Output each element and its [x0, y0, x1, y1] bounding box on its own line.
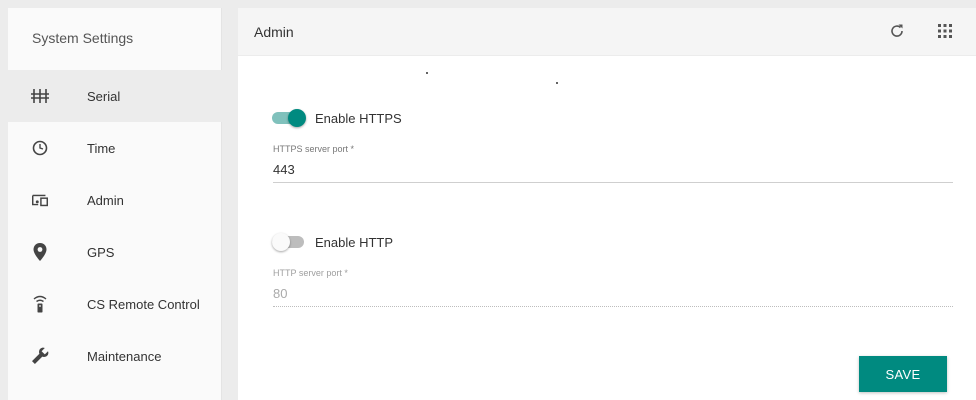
sidebar: System Settings Serial Time Admin GPS CS…	[8, 8, 222, 400]
location-pin-icon	[30, 242, 50, 262]
remote-control-icon	[30, 294, 50, 314]
https-port-input[interactable]: 443	[273, 162, 953, 182]
sidebar-item-label: Serial	[87, 88, 121, 104]
http-port-input: 80	[273, 286, 288, 301]
sidebar-item-label: CS Remote Control	[87, 296, 200, 312]
sidebar-item-time[interactable]: Time	[8, 122, 222, 174]
sidebar-item-gps[interactable]: GPS	[8, 226, 222, 278]
https-port-field[interactable]: HTTPS server port * 443	[273, 144, 953, 183]
clock-icon	[30, 138, 50, 158]
http-toggle-row: Enable HTTP	[272, 232, 393, 252]
apps-grid-button[interactable]	[934, 20, 956, 42]
sidebar-item-serial[interactable]: Serial	[8, 70, 222, 122]
https-toggle-label: Enable HTTPS	[315, 110, 402, 126]
refresh-button[interactable]	[886, 20, 908, 42]
input-underline	[273, 182, 953, 183]
sidebar-item-maintenance[interactable]: Maintenance	[8, 330, 222, 382]
http-port-field: HTTP server port * 80	[273, 268, 953, 307]
header-actions	[886, 20, 956, 42]
serial-icon	[30, 86, 50, 106]
page-title: Admin	[254, 23, 294, 40]
sidebar-item-cs-remote-control[interactable]: CS Remote Control	[8, 278, 222, 330]
sidebar-item-admin[interactable]: Admin	[8, 174, 222, 226]
refresh-icon	[891, 24, 903, 37]
toggle-thumb	[272, 233, 290, 251]
sidebar-item-label: Time	[87, 140, 116, 156]
admin-devices-icon	[30, 190, 50, 210]
admin-panel: Admin Enable HTTPS HTTPS server port * 4…	[238, 8, 976, 400]
sidebar-title: System Settings	[32, 30, 134, 46]
https-port-label: HTTPS server port *	[273, 144, 355, 154]
https-toggle-row: Enable HTTPS	[272, 108, 402, 128]
sidebar-list: Serial Time Admin GPS CS Remote Control …	[8, 70, 222, 382]
save-button[interactable]: SAVE	[859, 356, 947, 392]
http-toggle-label: Enable HTTP	[315, 234, 394, 250]
sidebar-item-label: Maintenance	[87, 348, 162, 364]
http-toggle[interactable]	[272, 232, 306, 252]
http-port-label: HTTP server port *	[273, 268, 348, 278]
stray-dot	[426, 72, 428, 74]
input-underline	[273, 306, 953, 307]
apps-grid-icon	[938, 24, 952, 38]
stray-dot	[556, 82, 558, 84]
panel-header: Admin	[238, 8, 976, 56]
wrench-icon	[30, 346, 50, 366]
toggle-thumb	[288, 109, 306, 127]
https-toggle[interactable]	[272, 108, 306, 128]
sidebar-item-label: GPS	[87, 244, 115, 260]
sidebar-item-label: Admin	[87, 192, 124, 208]
